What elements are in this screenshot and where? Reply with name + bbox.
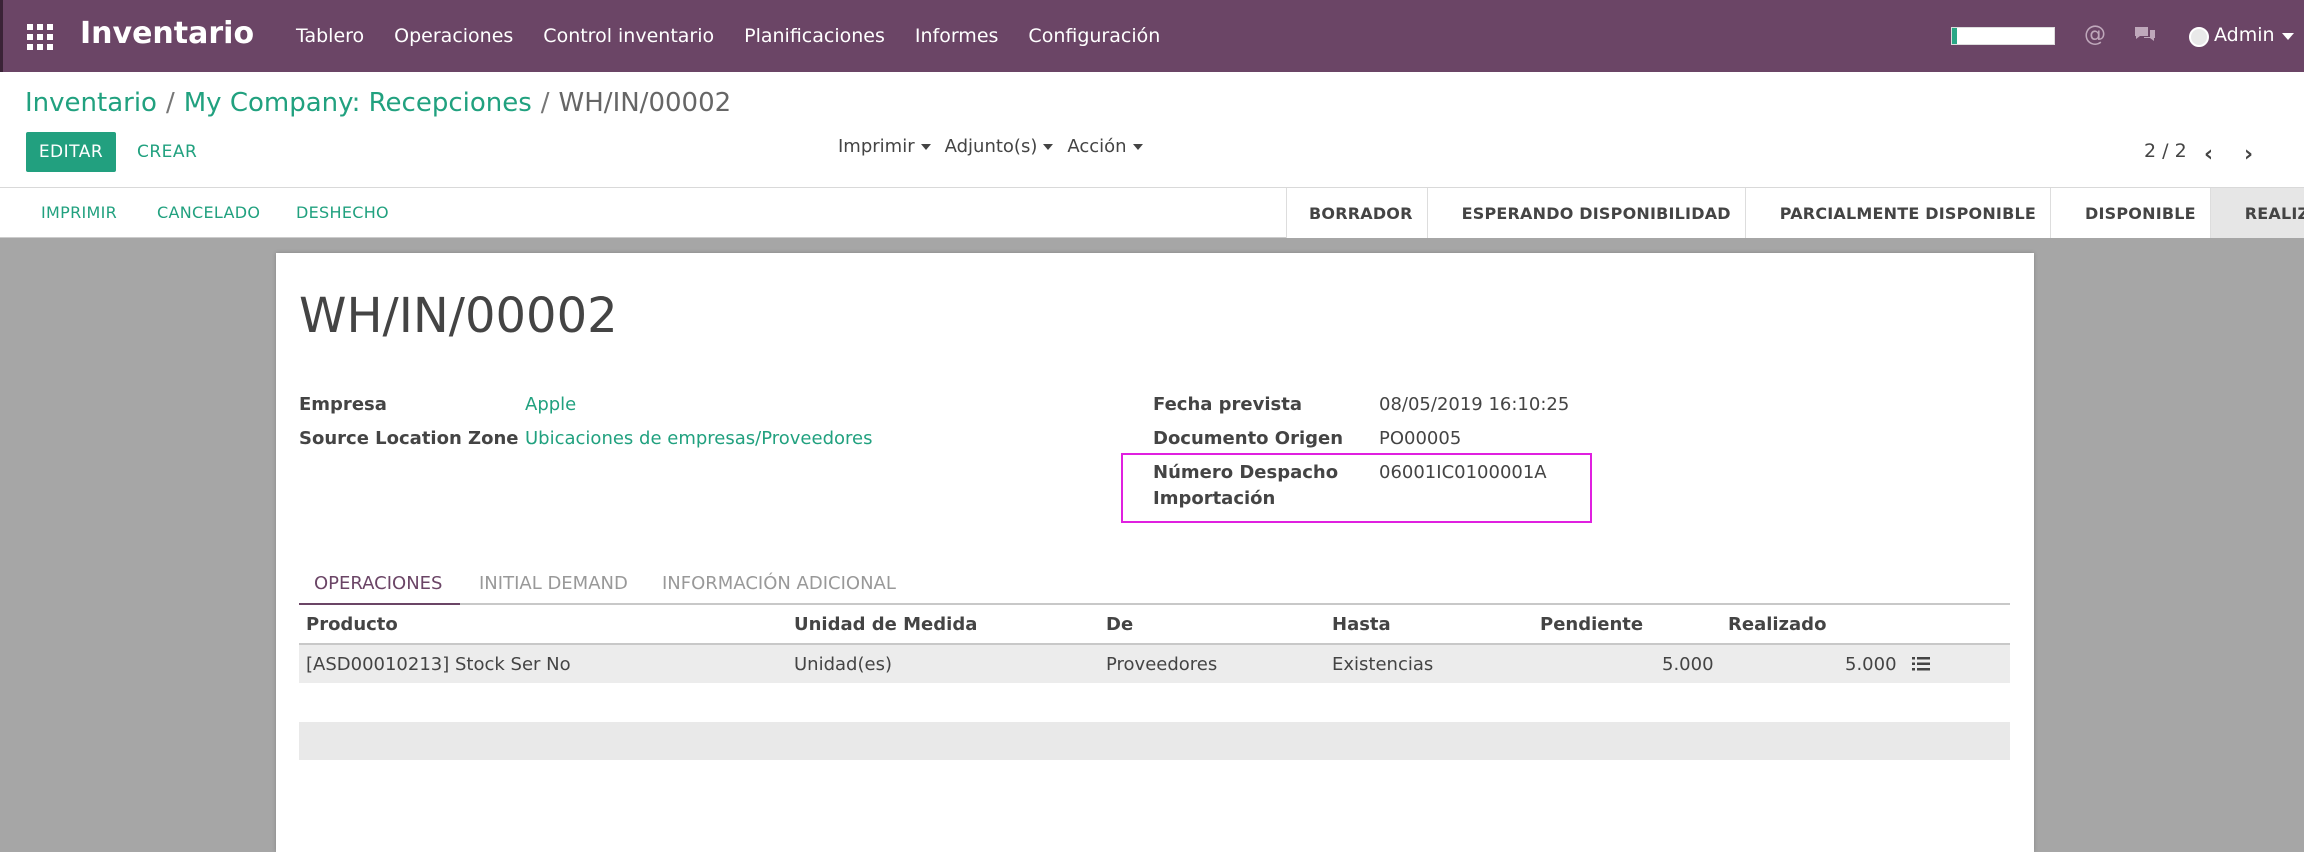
partner-link[interactable]: Apple (525, 394, 576, 415)
progress-fill (1952, 28, 1958, 44)
stage-available[interactable]: DISPONIBLE (2050, 188, 2210, 238)
caret-down-icon (920, 143, 931, 150)
cell-uom: Unidad(es) (794, 654, 892, 675)
breadcrumb-separator: / (165, 88, 175, 118)
print-dropdown-label: Imprimir (838, 136, 915, 157)
apps-menu-icon[interactable] (27, 24, 53, 50)
caret-down-icon (1043, 143, 1054, 150)
stage-done[interactable]: REALIZADO (2209, 188, 2304, 238)
breadcrumb: Inventario / My Company: Recepciones / W… (25, 88, 731, 118)
menu-item-operaciones[interactable]: Operaciones (394, 25, 513, 47)
user-name[interactable]: Admin (2214, 24, 2275, 46)
cell-to: Existencias (1332, 654, 1434, 675)
detailed-operations-icon[interactable] (1912, 656, 1930, 672)
action-dropdown[interactable]: Acción (1067, 136, 1143, 157)
stage-waiting[interactable]: ESPERANDO DISPONIBILIDAD (1426, 188, 1745, 238)
breadcrumb-separator: / (540, 88, 550, 118)
cell-from: Proveedores (1106, 654, 1218, 675)
avatar[interactable] (2189, 27, 2209, 47)
cell-pending: 5.000 (1662, 654, 1714, 675)
menu-item-informes[interactable]: Informes (915, 25, 999, 47)
mentions-icon[interactable]: @ (2084, 22, 2106, 47)
document-title: WH/IN/00002 (299, 288, 618, 344)
stage-partially-available[interactable]: PARCIALMENTE DISPONIBLE (1744, 188, 2051, 238)
previous-record-icon[interactable]: ‹ (2204, 142, 2213, 167)
control-panel: Inventario / My Company: Recepciones / W… (0, 72, 2304, 188)
column-header-product[interactable]: Producto (306, 614, 398, 635)
edit-button[interactable]: EDITAR (26, 132, 116, 172)
stage-draft[interactable]: BORRADOR (1286, 188, 1427, 238)
column-header-to[interactable]: Hasta (1332, 614, 1391, 635)
column-header-pending[interactable]: Pendiente (1540, 614, 1643, 635)
partner-label: Empresa (299, 394, 387, 415)
breadcrumb-parent[interactable]: My Company: Recepciones (184, 88, 532, 118)
next-record-icon[interactable]: › (2244, 142, 2253, 167)
action-dropdown-label: Acción (1067, 136, 1127, 157)
cancel-button[interactable]: CANCELADO (157, 203, 260, 222)
active-tab-indicator (299, 603, 460, 605)
main-menu: Tablero Operaciones Control inventario P… (296, 0, 1190, 72)
tab-informacion-adicional[interactable]: INFORMACIÓN ADICIONAL (662, 573, 896, 594)
source-document-label: Documento Origen (1153, 428, 1344, 449)
print-dropdown[interactable]: Imprimir (838, 136, 931, 157)
caret-down-icon (1132, 143, 1143, 150)
stage-pipeline: BORRADOR ESPERANDO DISPONIBILIDAD PARCIA… (1286, 188, 2304, 238)
menu-item-control-inventario[interactable]: Control inventario (543, 25, 714, 47)
print-button[interactable]: IMPRIMIR (41, 203, 117, 222)
menu-item-configuracion[interactable]: Configuración (1028, 25, 1160, 47)
app-brand: Inventario (80, 16, 255, 51)
attachments-dropdown-label: Adjunto(s) (944, 136, 1038, 157)
source-document-value: PO00005 (1379, 428, 1462, 449)
top-navbar: Inventario Tablero Operaciones Control i… (0, 0, 2304, 72)
table-footer-row (299, 722, 2010, 760)
source-location-label: Source Location Zone (299, 428, 519, 449)
chat-icon[interactable] (2133, 25, 2157, 43)
create-button[interactable]: CREAR (137, 142, 197, 162)
tab-initial-demand[interactable]: INITIAL DEMAND (479, 573, 628, 594)
status-bar: IMPRIMIR CANCELADO DESHECHO BORRADOR ESP… (0, 188, 2304, 238)
cell-product: [ASD00010213] Stock Ser No (306, 654, 571, 675)
tab-operaciones[interactable]: OPERACIONES (314, 573, 442, 594)
action-dropdowns: Imprimir Adjunto(s) Acción (838, 136, 1157, 157)
scrap-button[interactable]: DESHECHO (296, 203, 389, 222)
scheduled-date-label: Fecha prevista (1153, 394, 1303, 415)
chevron-down-icon[interactable] (2282, 33, 2294, 40)
attachments-dropdown[interactable]: Adjunto(s) (945, 136, 1054, 157)
cell-done: 5.000 (1845, 654, 1897, 675)
pager-value: 2 / 2 (2144, 140, 2187, 162)
menu-item-planificaciones[interactable]: Planificaciones (744, 25, 885, 47)
highlight-annotation (1121, 453, 1592, 523)
source-location-link[interactable]: Ubicaciones de empresas/Proveedores (525, 428, 872, 449)
menu-item-tablero[interactable]: Tablero (296, 25, 364, 47)
column-header-uom[interactable]: Unidad de Medida (794, 614, 977, 635)
notebook-tabs: OPERACIONES INITIAL DEMAND INFORMACIÓN A… (299, 565, 2010, 605)
column-header-from[interactable]: De (1106, 614, 1133, 635)
column-header-done[interactable]: Realizado (1728, 614, 1826, 635)
onboarding-progress-bar[interactable] (1951, 27, 2055, 45)
breadcrumb-root[interactable]: Inventario (25, 88, 157, 118)
breadcrumb-current: WH/IN/00002 (558, 88, 732, 118)
scheduled-date-value: 08/05/2019 16:10:25 (1379, 394, 1570, 415)
